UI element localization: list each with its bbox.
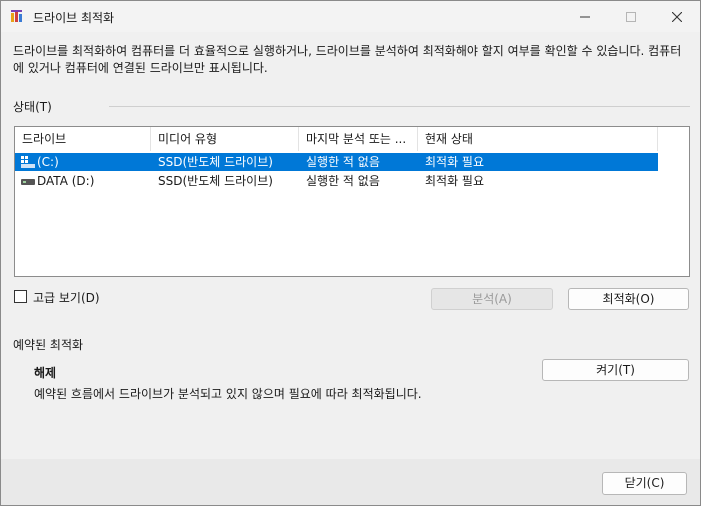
turn-on-button[interactable]: 켜기(T)	[542, 359, 689, 381]
maximize-button	[608, 1, 654, 32]
media-type: SSD(반도체 드라이브)	[158, 174, 273, 188]
minimize-button[interactable]	[562, 1, 608, 32]
drive-row-c[interactable]: (C:) SSD(반도체 드라이브) 실행한 적 없음 최적화 필요	[15, 153, 658, 171]
schedule-state: 해제	[34, 366, 57, 380]
system-drive-icon	[21, 156, 35, 168]
advanced-view-checkbox[interactable]	[14, 290, 27, 303]
maximize-icon	[626, 11, 636, 22]
drive-row-d[interactable]: DATA (D:) SSD(반도체 드라이브) 실행한 적 없음 최적화 필요	[15, 172, 658, 190]
optimize-button[interactable]: 최적화(O)	[568, 288, 689, 310]
last-run: 실행한 적 없음	[306, 155, 380, 169]
column-header-current-status[interactable]: 현재 상태	[418, 127, 658, 151]
status-section-label: 상태(T)	[13, 100, 52, 114]
column-header-media-type[interactable]: 미디어 유형	[151, 127, 299, 151]
drive-list[interactable]: 드라이브 미디어 유형 마지막 분석 또는 ... 현재 상태 (C:) SSD…	[14, 126, 690, 277]
drive-name: DATA (D:)	[37, 174, 95, 188]
advanced-view-label[interactable]: 고급 보기(D)	[33, 289, 100, 306]
dialog-footer: 닫기(C)	[1, 459, 700, 505]
minimize-icon	[580, 16, 590, 17]
status-divider	[109, 106, 690, 107]
close-button[interactable]: 닫기(C)	[602, 472, 687, 495]
drive-icon	[21, 179, 35, 185]
window-title: 드라이브 최적화	[33, 11, 115, 25]
dialog-content: 드라이브를 최적화하여 컴퓨터를 더 효율적으로 실행하거나, 드라이브를 분석…	[1, 32, 700, 459]
column-header-drive[interactable]: 드라이브	[15, 127, 151, 151]
drive-list-header: 드라이브 미디어 유형 마지막 분석 또는 ... 현재 상태	[15, 127, 689, 151]
defrag-app-icon	[11, 10, 22, 22]
title-bar[interactable]: 드라이브 최적화	[1, 1, 700, 32]
current-status: 최적화 필요	[425, 155, 485, 169]
last-run: 실행한 적 없음	[306, 174, 380, 188]
description-text: 드라이브를 최적화하여 컴퓨터를 더 효율적으로 실행하거나, 드라이브를 분석…	[13, 44, 682, 75]
defrag-window: 드라이브 최적화 드라이브를 최적화하여 컴퓨터를 더 효율적으로 실행하거나,…	[0, 0, 701, 506]
current-status: 최적화 필요	[425, 174, 485, 188]
analyze-button: 분석(A)	[431, 288, 553, 310]
close-icon	[672, 11, 682, 22]
media-type: SSD(반도체 드라이브)	[158, 155, 273, 169]
scheduled-section-label: 예약된 최적화	[13, 338, 84, 352]
schedule-description: 예약된 흐름에서 드라이브가 분석되고 있지 않으며 필요에 따라 최적화됩니다…	[34, 387, 422, 401]
column-header-last-run[interactable]: 마지막 분석 또는 ...	[299, 127, 418, 151]
close-window-button[interactable]	[654, 1, 700, 32]
drive-name: (C:)	[37, 155, 59, 169]
